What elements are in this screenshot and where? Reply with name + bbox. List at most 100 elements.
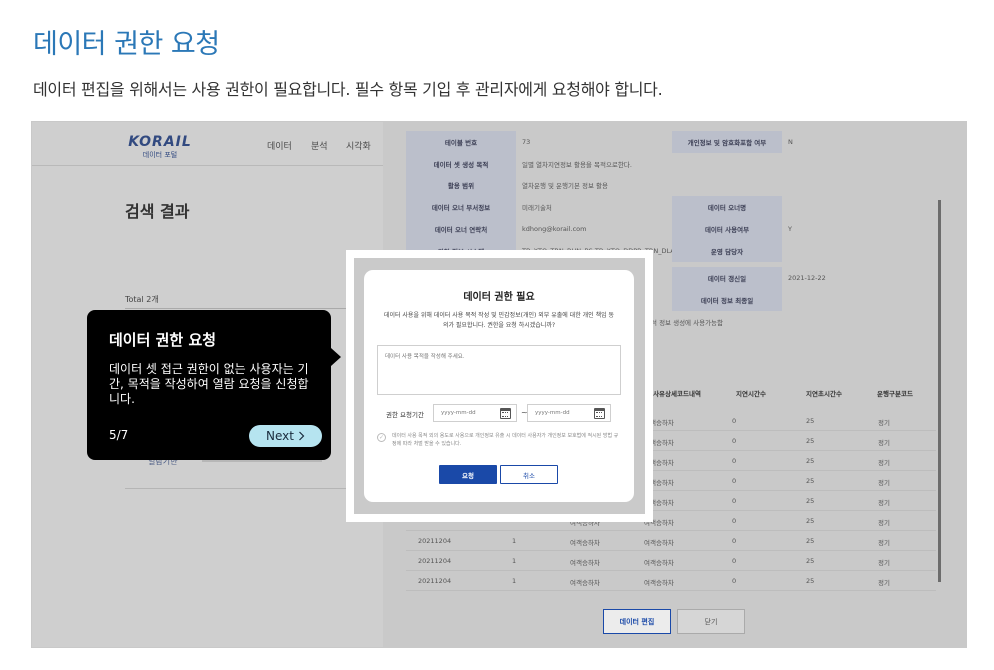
info-label: 테이블 번호 xyxy=(406,131,516,153)
table-cell: 20211204 xyxy=(418,577,452,585)
modal-title: 데이터 권한 필요 xyxy=(463,292,535,303)
table-cell: 정기 xyxy=(878,459,890,467)
tour-highlight-frame: 데이터 권한 필요 데이터 사용을 위해 데이터 사용 목적 작성 및 민감정보… xyxy=(346,250,653,522)
period-label: 권한 요청기간 xyxy=(386,411,424,419)
info-value xyxy=(788,153,888,175)
table-cell: 정기 xyxy=(878,439,890,447)
table-cell: 여객승하차 xyxy=(644,579,674,587)
table-cell: 25 xyxy=(806,557,815,565)
nav-item-visualization[interactable]: 시각화 xyxy=(346,139,371,152)
info-label: 개인정보 및 암호화포함 여부 xyxy=(672,131,782,153)
calendar-icon[interactable] xyxy=(500,408,511,419)
results-bottom-divider xyxy=(125,488,383,489)
table-header: 지연초시간수 xyxy=(806,390,842,398)
table-cell: 25 xyxy=(806,437,815,445)
info-label: 데이터 갱신일 xyxy=(672,267,782,289)
korail-logo: KORAIL 데이터 포털 xyxy=(125,134,195,160)
nav-item-analysis[interactable]: 분석 xyxy=(311,139,328,152)
info-value: 열차운행 및 운행기본 정보 활용 xyxy=(522,182,609,190)
table-cell: 정기 xyxy=(878,499,890,507)
table-cell: 정기 xyxy=(878,539,890,547)
table-cell: 정기 xyxy=(878,579,890,587)
table-cell: 0 xyxy=(732,537,737,545)
date-from-placeholder: yyyy-mm-dd xyxy=(441,410,476,416)
table-cell: 25 xyxy=(806,537,815,545)
info-label: 데이터 셋 생성 목적 xyxy=(406,153,516,175)
info-value xyxy=(788,196,888,218)
table-cell: 1 xyxy=(512,557,517,565)
permission-modal: 데이터 권한 필요 데이터 사용을 위해 데이터 사용 목적 작성 및 민감정보… xyxy=(364,270,634,502)
highlight-backdrop: 데이터 권한 필요 데이터 사용을 위해 데이터 사용 목적 작성 및 민감정보… xyxy=(354,258,645,514)
table-cell: 0 xyxy=(732,457,737,465)
tooltip-next-button[interactable]: Next xyxy=(249,425,322,447)
info-label: 활용 범위 xyxy=(406,174,516,196)
date-from-input[interactable]: yyyy-mm-dd xyxy=(433,404,517,422)
info-label: 데이터 사용여부 xyxy=(672,218,782,240)
table-header: 지연시간수 xyxy=(736,390,766,398)
info-value: kdhong@korail.com xyxy=(522,225,587,233)
table-cell: 1 xyxy=(512,537,517,545)
table-cell: 25 xyxy=(806,577,815,585)
table-cell: 0 xyxy=(732,557,737,565)
info-value: N xyxy=(788,138,793,146)
table-cell: 여객승하차 xyxy=(644,479,674,487)
info-note: 여 분석 정보 생성에 사용가능함 xyxy=(637,311,787,333)
info-value: 미래기술처 xyxy=(522,204,552,212)
request-button[interactable]: 요청 xyxy=(439,465,497,484)
logo-subtext: 데이터 포털 xyxy=(142,151,178,159)
info-value: 일별 열차지연정보 활용을 목적으로한다. xyxy=(522,161,632,169)
logo-text: KORAIL xyxy=(128,134,192,150)
table-cell: 25 xyxy=(806,477,815,485)
search-results-title: 검색 결과 xyxy=(125,202,190,221)
table-cell: 정기 xyxy=(878,479,890,487)
table-header: 운행구분코드 xyxy=(877,390,913,398)
table-cell: 25 xyxy=(806,497,815,505)
table-cell: 0 xyxy=(732,437,737,445)
scrollbar[interactable] xyxy=(938,200,941,582)
chevron-right-icon xyxy=(299,431,305,441)
info-value xyxy=(788,289,888,311)
page: 데이터 권한 요청 데이터 편집을 위해서는 사용 권한이 필요합니다. 필수 … xyxy=(0,0,994,670)
page-description: 데이터 편집을 위해서는 사용 권한이 필요합니다. 필수 항목 기입 후 관리… xyxy=(33,80,663,99)
results-divider xyxy=(125,308,383,309)
date-to-input[interactable]: yyyy-mm-dd xyxy=(527,404,611,422)
table-cell: 여객승하차 xyxy=(644,439,674,447)
info-value: 73 xyxy=(522,138,531,146)
table-cell: 25 xyxy=(806,457,815,465)
tooltip-step-counter: 5/7 xyxy=(109,428,129,442)
table-cell: 25 xyxy=(806,517,815,525)
table-cell: 0 xyxy=(732,577,737,585)
table-cell: 0 xyxy=(732,497,737,505)
date-to-placeholder: yyyy-mm-dd xyxy=(535,410,570,416)
nav-item-data[interactable]: 데이터 xyxy=(267,139,292,152)
table-cell: 정기 xyxy=(878,419,890,427)
modal-description: 데이터 사용을 위해 데이터 사용 목적 작성 및 민감정보(개인) 외부 유출… xyxy=(383,312,615,329)
table-cell: 20211204 xyxy=(418,557,452,565)
cancel-button[interactable]: 취소 xyxy=(500,465,558,484)
total-count: Total 2개 xyxy=(125,295,159,304)
table-cell: 정기 xyxy=(878,559,890,567)
info-value: Y xyxy=(788,225,792,233)
data-edit-button[interactable]: 데이터 편집 xyxy=(603,609,671,634)
table-cell: 정기 xyxy=(878,519,890,527)
table-cell: 1 xyxy=(512,577,517,585)
info-value xyxy=(788,174,888,196)
onboarding-tooltip: 데이터 권한 요청 데이터 셋 접근 권한이 없는 사용자는 기간, 목적을 작… xyxy=(87,310,341,460)
table-cell: 여객승하차 xyxy=(644,459,674,467)
info-label: 운영 담당자 xyxy=(672,240,782,262)
table-cell: 0 xyxy=(732,417,737,425)
info-label: 데이터 정보 최종일 xyxy=(672,289,782,311)
consent-check-icon[interactable]: ✓ xyxy=(377,433,386,442)
nav-divider xyxy=(32,165,383,166)
consent-text: 데이터 사용 목적 외의 용도로 사용으로 개인정보 유출 시 데이터 사용자가… xyxy=(392,433,619,447)
table-cell: 0 xyxy=(732,517,737,525)
info-label: 데이터 오너 부서정보 xyxy=(406,196,516,218)
table-cell: 여객승하차 xyxy=(644,419,674,427)
info-value: 2021-12-22 xyxy=(788,274,826,282)
purpose-textarea[interactable]: 데이터 사용 목적을 작성해 주세요. xyxy=(377,345,621,395)
calendar-icon[interactable] xyxy=(594,408,605,419)
close-button[interactable]: 닫기 xyxy=(677,609,745,634)
table-cell: 여객승하차 xyxy=(644,519,674,527)
info-value xyxy=(788,240,888,262)
table-cell: 여객승하차 xyxy=(644,559,674,567)
